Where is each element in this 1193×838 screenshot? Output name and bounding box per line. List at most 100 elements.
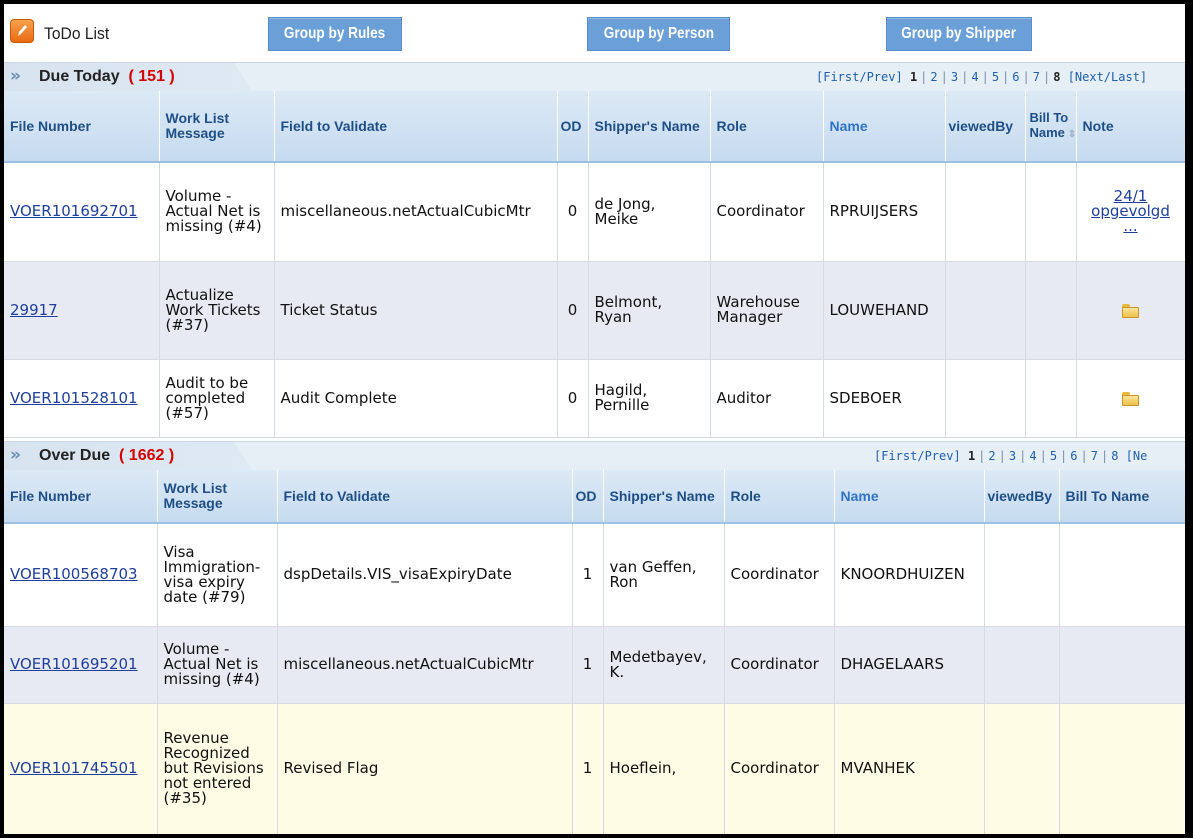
table-row[interactable]: VOER101695201 Volume - Actual Net is mis… [4, 626, 1185, 704]
col-viewed-by[interactable]: viewedBy [984, 470, 1060, 524]
sort-icon[interactable]: ⇕ [1068, 129, 1076, 140]
cell-file-number: VOER101695201 [4, 626, 158, 704]
cell-name: DHAGELAARS [834, 626, 985, 704]
group-by-person-button[interactable]: Group by Person [587, 17, 730, 51]
col-field-to-validate[interactable]: Field to Validate [274, 91, 558, 163]
cell-viewed-by [945, 162, 1026, 262]
due-today-label: Due Today [39, 68, 120, 85]
page-title: ToDo List [44, 24, 110, 43]
col-name[interactable]: Name [834, 470, 985, 524]
col-field-to-validate[interactable]: Field to Validate [277, 470, 573, 524]
due-today-section-bar: » Due Today ( 151 ) [First/Prev] 1 | 2 | 3 | 4… [4, 62, 1185, 91]
col-od[interactable]: OD [572, 470, 604, 524]
folder-icon[interactable] [1122, 304, 1139, 318]
cell-bill-to-name [1025, 359, 1077, 438]
pager-page-4[interactable]: 4 [971, 70, 978, 84]
cell-name: KNOORDHUIZEN [834, 523, 985, 627]
pager-page-4[interactable]: 4 [1029, 449, 1036, 463]
pager-page-1: 1 [909, 70, 918, 84]
col-shippers-name[interactable]: Shipper's Name [588, 91, 711, 163]
cell-note [1076, 261, 1185, 360]
due-today-title: Due Today ( 151 ) [39, 68, 175, 86]
cell-bill-to-name [1025, 162, 1077, 262]
cell-viewed-by [984, 626, 1060, 704]
file-number-link[interactable]: VOER101745501 [10, 759, 138, 777]
cell-message: Actualize Work Tickets (#37) [159, 261, 275, 360]
pager-next-last[interactable]: [Ne [1126, 449, 1148, 463]
table-row[interactable]: VOER100568703 Visa Immigration-visa expi… [4, 523, 1185, 627]
col-file-number[interactable]: File Number [4, 91, 160, 163]
file-number-link[interactable]: 29917 [10, 301, 58, 319]
file-number-link[interactable]: VOER100568703 [10, 565, 138, 583]
group-by-rules-button[interactable]: Group by Rules [268, 17, 402, 51]
pager-page-3[interactable]: 3 [951, 70, 958, 84]
double-chevron-right-icon: » [10, 66, 21, 86]
due-today-count: ( 151 ) [128, 68, 175, 85]
group-by-shipper-label: Group by Shipper [901, 25, 1017, 42]
table-row[interactable]: 29917 Actualize Work Tickets (#37) Ticke… [4, 261, 1185, 360]
col-name[interactable]: Name [823, 91, 946, 163]
group-by-shipper-button[interactable]: Group by Shipper [886, 17, 1032, 51]
cell-field: miscellaneous.netActualCubicMtr [274, 162, 558, 262]
col-role[interactable]: Role [710, 91, 824, 163]
cell-viewed-by [945, 261, 1026, 360]
pencil-icon [10, 19, 34, 43]
pager-page-5[interactable]: 5 [1050, 449, 1057, 463]
col-viewed-by[interactable]: viewedBy [945, 91, 1026, 163]
col-bill-to-name[interactable]: Bill To Name ⇕ [1025, 91, 1077, 163]
group-by-person-label: Group by Person [603, 25, 714, 42]
cell-od: 0 [557, 261, 589, 360]
table-row[interactable]: VOER101692701 Volume - Actual Net is mis… [4, 162, 1185, 262]
file-number-link[interactable]: VOER101528101 [10, 389, 138, 407]
pager-next-last[interactable]: [Next/Last] [1068, 70, 1147, 84]
file-number-link[interactable]: VOER101695201 [10, 655, 138, 673]
pager-page-5[interactable]: 5 [992, 70, 999, 84]
cell-role: Coordinator [710, 162, 824, 262]
col-work-list-message[interactable]: Work List Message [159, 91, 275, 163]
table-header-row: File Number Work List Message Field to V… [4, 91, 1185, 163]
table-header-row: File Number Work List Message Field to V… [4, 470, 1185, 524]
cell-file-number: 29917 [4, 261, 160, 360]
cell-field: Ticket Status [274, 261, 558, 360]
table-row[interactable]: VOER101745501 Revenue Recognized but Rev… [4, 703, 1185, 834]
double-chevron-right-icon: » [10, 445, 21, 465]
cell-od: 0 [557, 359, 589, 438]
col-file-number[interactable]: File Number [4, 470, 158, 524]
pager-first-prev[interactable]: [First/Prev] [816, 70, 903, 84]
col-shippers-name[interactable]: Shipper's Name [603, 470, 725, 524]
folder-icon[interactable] [1122, 392, 1139, 406]
pager-page-7[interactable]: 7 [1033, 70, 1040, 84]
file-number-link[interactable]: VOER101692701 [10, 202, 138, 220]
pager-first-prev[interactable]: [First/Prev] [874, 449, 961, 463]
todo-window: ToDo List Group by Rules Group by Person… [4, 4, 1185, 834]
col-bill-to-name[interactable]: Bill To Name [1059, 470, 1185, 524]
cell-message: Revenue Recognized but Revisions not ent… [157, 703, 278, 834]
pager-page-3[interactable]: 3 [1009, 449, 1016, 463]
pager-page-6[interactable]: 6 [1070, 449, 1077, 463]
pager-page-8[interactable]: 8 [1111, 449, 1118, 463]
cell-shipper: Hagild, Pernille [588, 359, 711, 438]
col-work-list-message[interactable]: Work List Message [157, 470, 278, 524]
pager-page-2[interactable]: 2 [930, 70, 937, 84]
cell-name: LOUWEHAND [823, 261, 946, 360]
group-by-rules-label: Group by Rules [284, 25, 386, 42]
cell-bill-to-name [1059, 626, 1185, 704]
pager-page-8[interactable]: 8 [1053, 70, 1060, 84]
col-od[interactable]: OD [557, 91, 589, 163]
table-row[interactable]: VOER101528101 Audit to be completed (#57… [4, 359, 1185, 438]
note-link[interactable]: 24/1 opgevolgd ... [1091, 187, 1170, 235]
due-today-table: File Number Work List Message Field to V… [4, 91, 1185, 438]
col-role[interactable]: Role [724, 470, 835, 524]
cell-message: Visa Immigration-visa expiry date (#79) [157, 523, 278, 627]
cell-name: RPRUIJSERS [823, 162, 946, 262]
col-note[interactable]: Note [1076, 91, 1185, 163]
pager-page-2[interactable]: 2 [988, 449, 995, 463]
cell-file-number: VOER101528101 [4, 359, 160, 438]
cell-note [1076, 359, 1185, 438]
pager-page-7[interactable]: 7 [1091, 449, 1098, 463]
pager-page-6[interactable]: 6 [1012, 70, 1019, 84]
cell-file-number: VOER100568703 [4, 523, 158, 627]
cell-name: SDEBOER [823, 359, 946, 438]
cell-role: Coordinator [724, 703, 835, 834]
cell-message: Volume - Actual Net is missing (#4) [157, 626, 278, 704]
